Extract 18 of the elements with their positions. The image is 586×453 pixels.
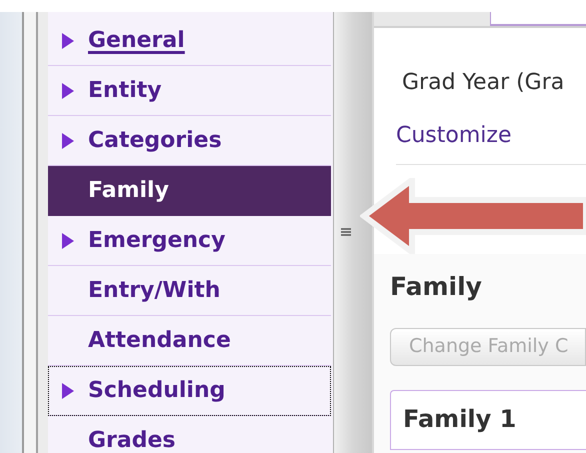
- sidebar-item[interactable]: Emergency: [48, 216, 331, 266]
- sidebar-item[interactable]: Entry/With: [48, 266, 331, 316]
- expand-triangle-icon[interactable]: [62, 32, 74, 48]
- sidebar-item[interactable]: Entity: [48, 66, 331, 116]
- card-title: Family 1: [403, 404, 516, 432]
- expand-triangle-icon[interactable]: [62, 382, 74, 398]
- sidebar-item[interactable]: Grades: [48, 416, 331, 453]
- sidebar-item[interactable]: Scheduling: [48, 366, 331, 416]
- expand-triangle-icon[interactable]: [62, 82, 74, 98]
- section-title: Family: [390, 271, 483, 303]
- splitter-grip-icon[interactable]: [341, 228, 351, 238]
- sidebar-item[interactable]: Attendance: [48, 316, 331, 366]
- expand-triangle-icon[interactable]: [62, 132, 74, 148]
- customize-link[interactable]: Customize: [396, 119, 586, 152]
- sidebar-item[interactable]: Family: [48, 166, 331, 216]
- expand-triangle-icon[interactable]: [62, 232, 74, 248]
- sidebar-item[interactable]: General: [48, 16, 331, 66]
- field-label: Grad Year (Gra: [402, 69, 566, 97]
